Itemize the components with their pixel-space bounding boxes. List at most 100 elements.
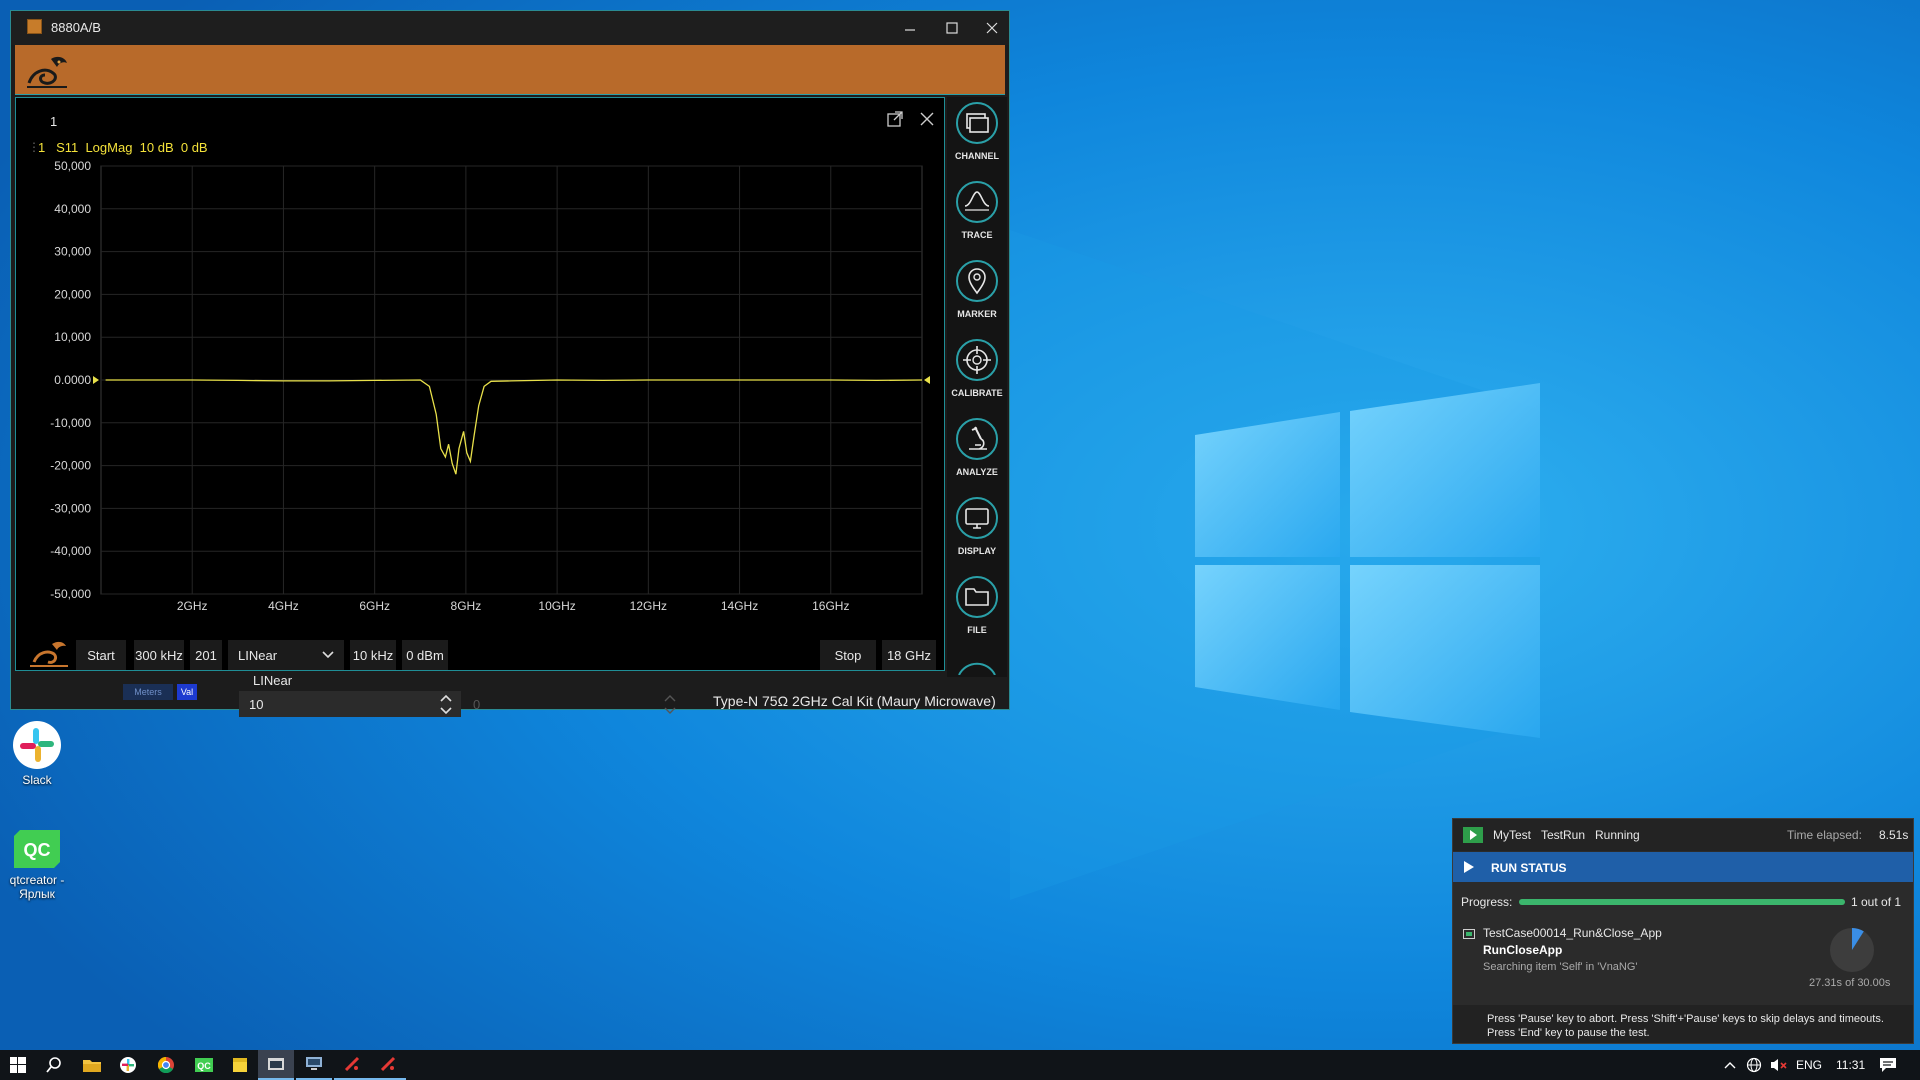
taskbar-test-tool-2[interactable] <box>370 1050 406 1080</box>
progress-count: 1 out of 1 <box>1851 895 1902 909</box>
minimize-icon <box>905 29 915 31</box>
y-tick-label: 40,000 <box>54 202 91 216</box>
network-globe-icon[interactable] <box>1746 1057 1762 1073</box>
points-field[interactable]: 201 <box>190 640 222 670</box>
svg-text:QC: QC <box>197 1061 211 1071</box>
progress-bar <box>1519 899 1845 905</box>
sweep-type-select[interactable]: LINear <box>228 640 344 670</box>
desktop-icon-label: Slack <box>22 773 52 787</box>
meters-tab[interactable]: Meters <box>123 684 173 700</box>
activity-text: Searching item 'Self' in 'VnaNG' <box>1483 961 1638 973</box>
power-field[interactable]: 0 dBm <box>402 640 448 670</box>
desktop-icon-slack[interactable]: Slack <box>0 720 77 787</box>
sidebar-calibrate-button[interactable]: CALIBRATE <box>947 334 1007 412</box>
window-title: 8880A/B <box>51 20 101 35</box>
sidebar-display-button[interactable]: DISPLAY <box>947 492 1007 570</box>
app-window-icon <box>268 1058 284 1070</box>
function-sidebar: CHANNEL TRACE MARKER CALIBRATE ANALYZE D… <box>947 97 1007 677</box>
language-indicator[interactable]: ENG <box>1796 1058 1822 1072</box>
stop-button[interactable]: Stop <box>820 640 876 670</box>
reference-marker-right <box>924 376 930 384</box>
x-tick-label: 16GHz <box>812 599 849 613</box>
taskbar-remote-desktop[interactable] <box>296 1050 332 1080</box>
x-tick-label: 10GHz <box>538 599 575 613</box>
x-tick-label: 14GHz <box>721 599 758 613</box>
ifbw-field[interactable]: 10 kHz <box>350 640 396 670</box>
svg-text:QC: QC <box>24 840 51 860</box>
close-icon[interactable] <box>916 108 938 130</box>
timeout-text: 27.31s of 30.00s <box>1809 977 1891 989</box>
time-elapsed-label: Time elapsed: <box>1787 828 1862 842</box>
testcase-name: TestCase00014_Run&Close_App <box>1483 926 1662 940</box>
sidebar-label: FILE <box>967 625 987 635</box>
close-window-button[interactable] <box>969 11 1015 45</box>
chevron-up-icon[interactable] <box>1724 1061 1736 1069</box>
window-titlebar[interactable]: 8880A/B <box>11 11 1009 45</box>
drag-handle-icon[interactable]: ⋮ <box>28 140 40 154</box>
taskbar-slack[interactable] <box>110 1050 146 1080</box>
qtcreator-icon: QC <box>195 1058 213 1072</box>
spin-down-icon[interactable] <box>439 706 453 716</box>
taskbar-chrome[interactable] <box>148 1050 184 1080</box>
sidebar-trace-button[interactable]: TRACE <box>947 176 1007 254</box>
footer-line-1: Press 'Pause' key to abort. Press 'Shift… <box>1487 1013 1884 1025</box>
crosshair-icon <box>956 339 998 381</box>
minimize-button[interactable] <box>887 11 933 45</box>
footer-line-2: Press 'End' key to pause the test. <box>1487 1027 1650 1039</box>
start-button[interactable]: Start <box>76 640 126 670</box>
popout-icon[interactable] <box>884 108 906 130</box>
start-button[interactable] <box>0 1050 36 1080</box>
stop-frequency-field[interactable]: 18 GHz <box>882 640 936 670</box>
run-status-section[interactable]: RUN STATUS <box>1453 852 1913 882</box>
panel-number: 1 <box>50 114 58 129</box>
spin-up-disabled-icon <box>664 695 676 702</box>
s11-plot: 50,000 40,000 30,000 20,000 10,000 0.0000 -10,… <box>50 159 930 613</box>
desktop-icon-qtcreator[interactable]: QC qtcreator - Ярлык <box>0 830 77 901</box>
windows-logo-icon <box>10 1057 26 1073</box>
sidebar-analyze-button[interactable]: ANALYZE <box>947 413 1007 491</box>
taskbar-vna-app[interactable] <box>258 1050 294 1080</box>
y-tick-label: -30,000 <box>50 501 91 515</box>
clock[interactable]: 11:31 <box>1836 1058 1865 1072</box>
taskbar-qtcreator[interactable]: QC <box>186 1050 222 1080</box>
trace-label[interactable]: 1 S11 LogMag 10 dB 0 dB <box>38 140 208 155</box>
taskbar-test-tool-1[interactable] <box>334 1050 370 1080</box>
speaker-muted-icon[interactable] <box>1770 1057 1788 1073</box>
slack-icon <box>120 1057 136 1073</box>
more-tools-icon[interactable] <box>955 661 999 675</box>
y-tick-label: 50,000 <box>54 159 91 173</box>
search-icon <box>46 1057 61 1073</box>
testcase-icon <box>1463 929 1475 939</box>
sidebar-file-button[interactable]: FILE <box>947 571 1007 649</box>
run-name: TestRun <box>1541 828 1586 842</box>
action-center-icon[interactable] <box>1880 1058 1896 1072</box>
start-frequency-field[interactable]: 300 kHz <box>134 640 184 670</box>
y-tick-label: -50,000 <box>50 587 91 601</box>
vna-app-window: 8880A/B 50,000 40,000 30,000 20,000 10,000 0.… <box>10 10 1010 717</box>
step-name: RunCloseApp <box>1483 943 1563 957</box>
x-tick-label: 6GHz <box>359 599 390 613</box>
sidebar-marker-button[interactable]: MARKER <box>947 255 1007 333</box>
folder-icon <box>956 576 998 618</box>
search-button[interactable] <box>36 1050 72 1080</box>
y-tick-label: 30,000 <box>54 245 91 259</box>
time-elapsed-value: 8.51s <box>1879 828 1909 842</box>
folder-icon <box>83 1060 101 1072</box>
x-tick-label: 2GHz <box>177 599 208 613</box>
sticky-note-icon <box>233 1058 247 1072</box>
sidebar-channel-button[interactable]: CHANNEL <box>947 97 1007 175</box>
taskbar-file-explorer[interactable] <box>74 1050 110 1080</box>
spin-up-icon[interactable] <box>439 693 453 703</box>
x-tick-label: 4GHz <box>268 599 299 613</box>
channel-panel: 50,000 40,000 30,000 20,000 10,000 0.0000 -10,… <box>15 97 945 671</box>
y-tick-label: -10,000 <box>50 416 91 430</box>
reference-marker-left <box>93 376 99 384</box>
taskbar-sticky-notes[interactable] <box>222 1050 258 1080</box>
play-icon <box>1464 861 1474 873</box>
val-tab[interactable]: Val <box>177 684 197 700</box>
run-status-title: RUN STATUS <box>1491 861 1567 875</box>
value-input[interactable] <box>239 691 461 717</box>
field-label: LINear <box>253 673 293 688</box>
sidebar-label: DISPLAY <box>957 546 997 556</box>
chrome-icon <box>158 1057 174 1073</box>
